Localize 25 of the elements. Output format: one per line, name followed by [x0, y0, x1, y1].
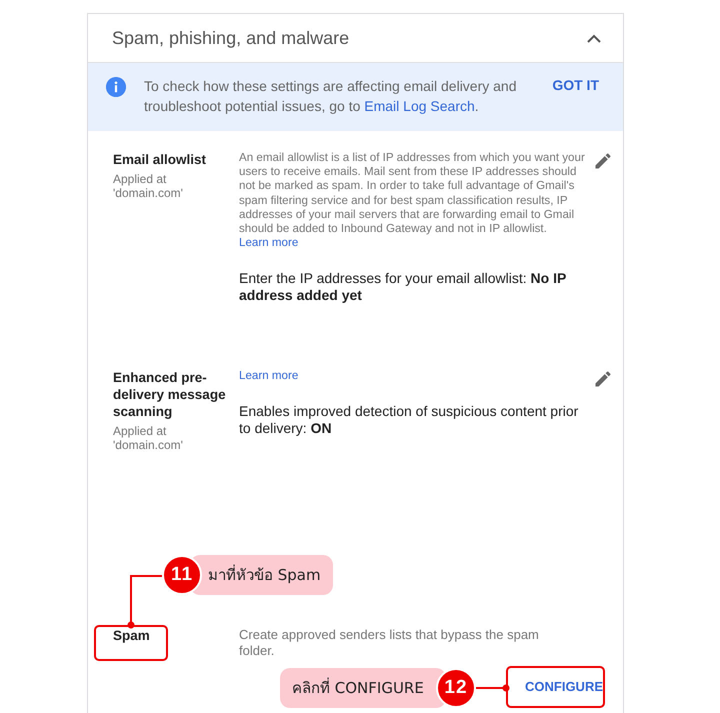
- edit-icon[interactable]: [593, 369, 613, 389]
- setting-description: Create approved senders lists that bypass the spam folder.: [239, 627, 540, 659]
- leader-line: [476, 684, 510, 692]
- collapse-icon[interactable]: [587, 34, 601, 42]
- setting-description: An email allowlist is a list of IP addresses from which you want your users to receive emails. Mail sent from these IP addresses should not be marked as spam. In order to take full advantage of Gmail's spam filtering service and for best spam classification results, IP addresses of your mail servers that are forwarding email to Gmail should be added to Inbound Gateway and not in IP allowlist. Learn more: [239, 151, 586, 250]
- setting-value: Enables improved detection of suspicious content prior to delivery: ON: [239, 403, 580, 438]
- configure-button[interactable]: CONFIGURE: [515, 673, 613, 700]
- setting-title: Spam: [113, 627, 151, 644]
- learn-more-link[interactable]: Learn more: [239, 236, 298, 250]
- got-it-button[interactable]: GOT IT: [552, 77, 599, 93]
- setting-title: Enhanced pre-delivery message scanning: [113, 369, 227, 420]
- section-title: Spam, phishing, and malware: [112, 28, 350, 48]
- setting-value: Enter the IP addresses for your email allowlist: No IP address added yet: [239, 270, 568, 304]
- applied-at-label: Applied at 'domain.com': [113, 424, 184, 452]
- step-number-badge: 11: [162, 555, 202, 595]
- learn-more-link[interactable]: Learn more: [239, 369, 298, 384]
- info-message: To check how these settings are affecting email delivery and troubleshoot potential issues, go to Email Log Search.: [144, 77, 518, 116]
- email-log-search-link[interactable]: Email Log Search: [364, 98, 475, 114]
- step-number-badge: 12: [436, 668, 476, 708]
- applied-at-label: Applied at 'domain.com': [113, 172, 184, 200]
- leader-line: [128, 575, 162, 628]
- setting-title: Email allowlist: [113, 151, 208, 168]
- callout-label: คลิกที่ CONFIGURE: [280, 668, 446, 708]
- info-icon: [106, 77, 126, 97]
- edit-icon[interactable]: [593, 151, 613, 171]
